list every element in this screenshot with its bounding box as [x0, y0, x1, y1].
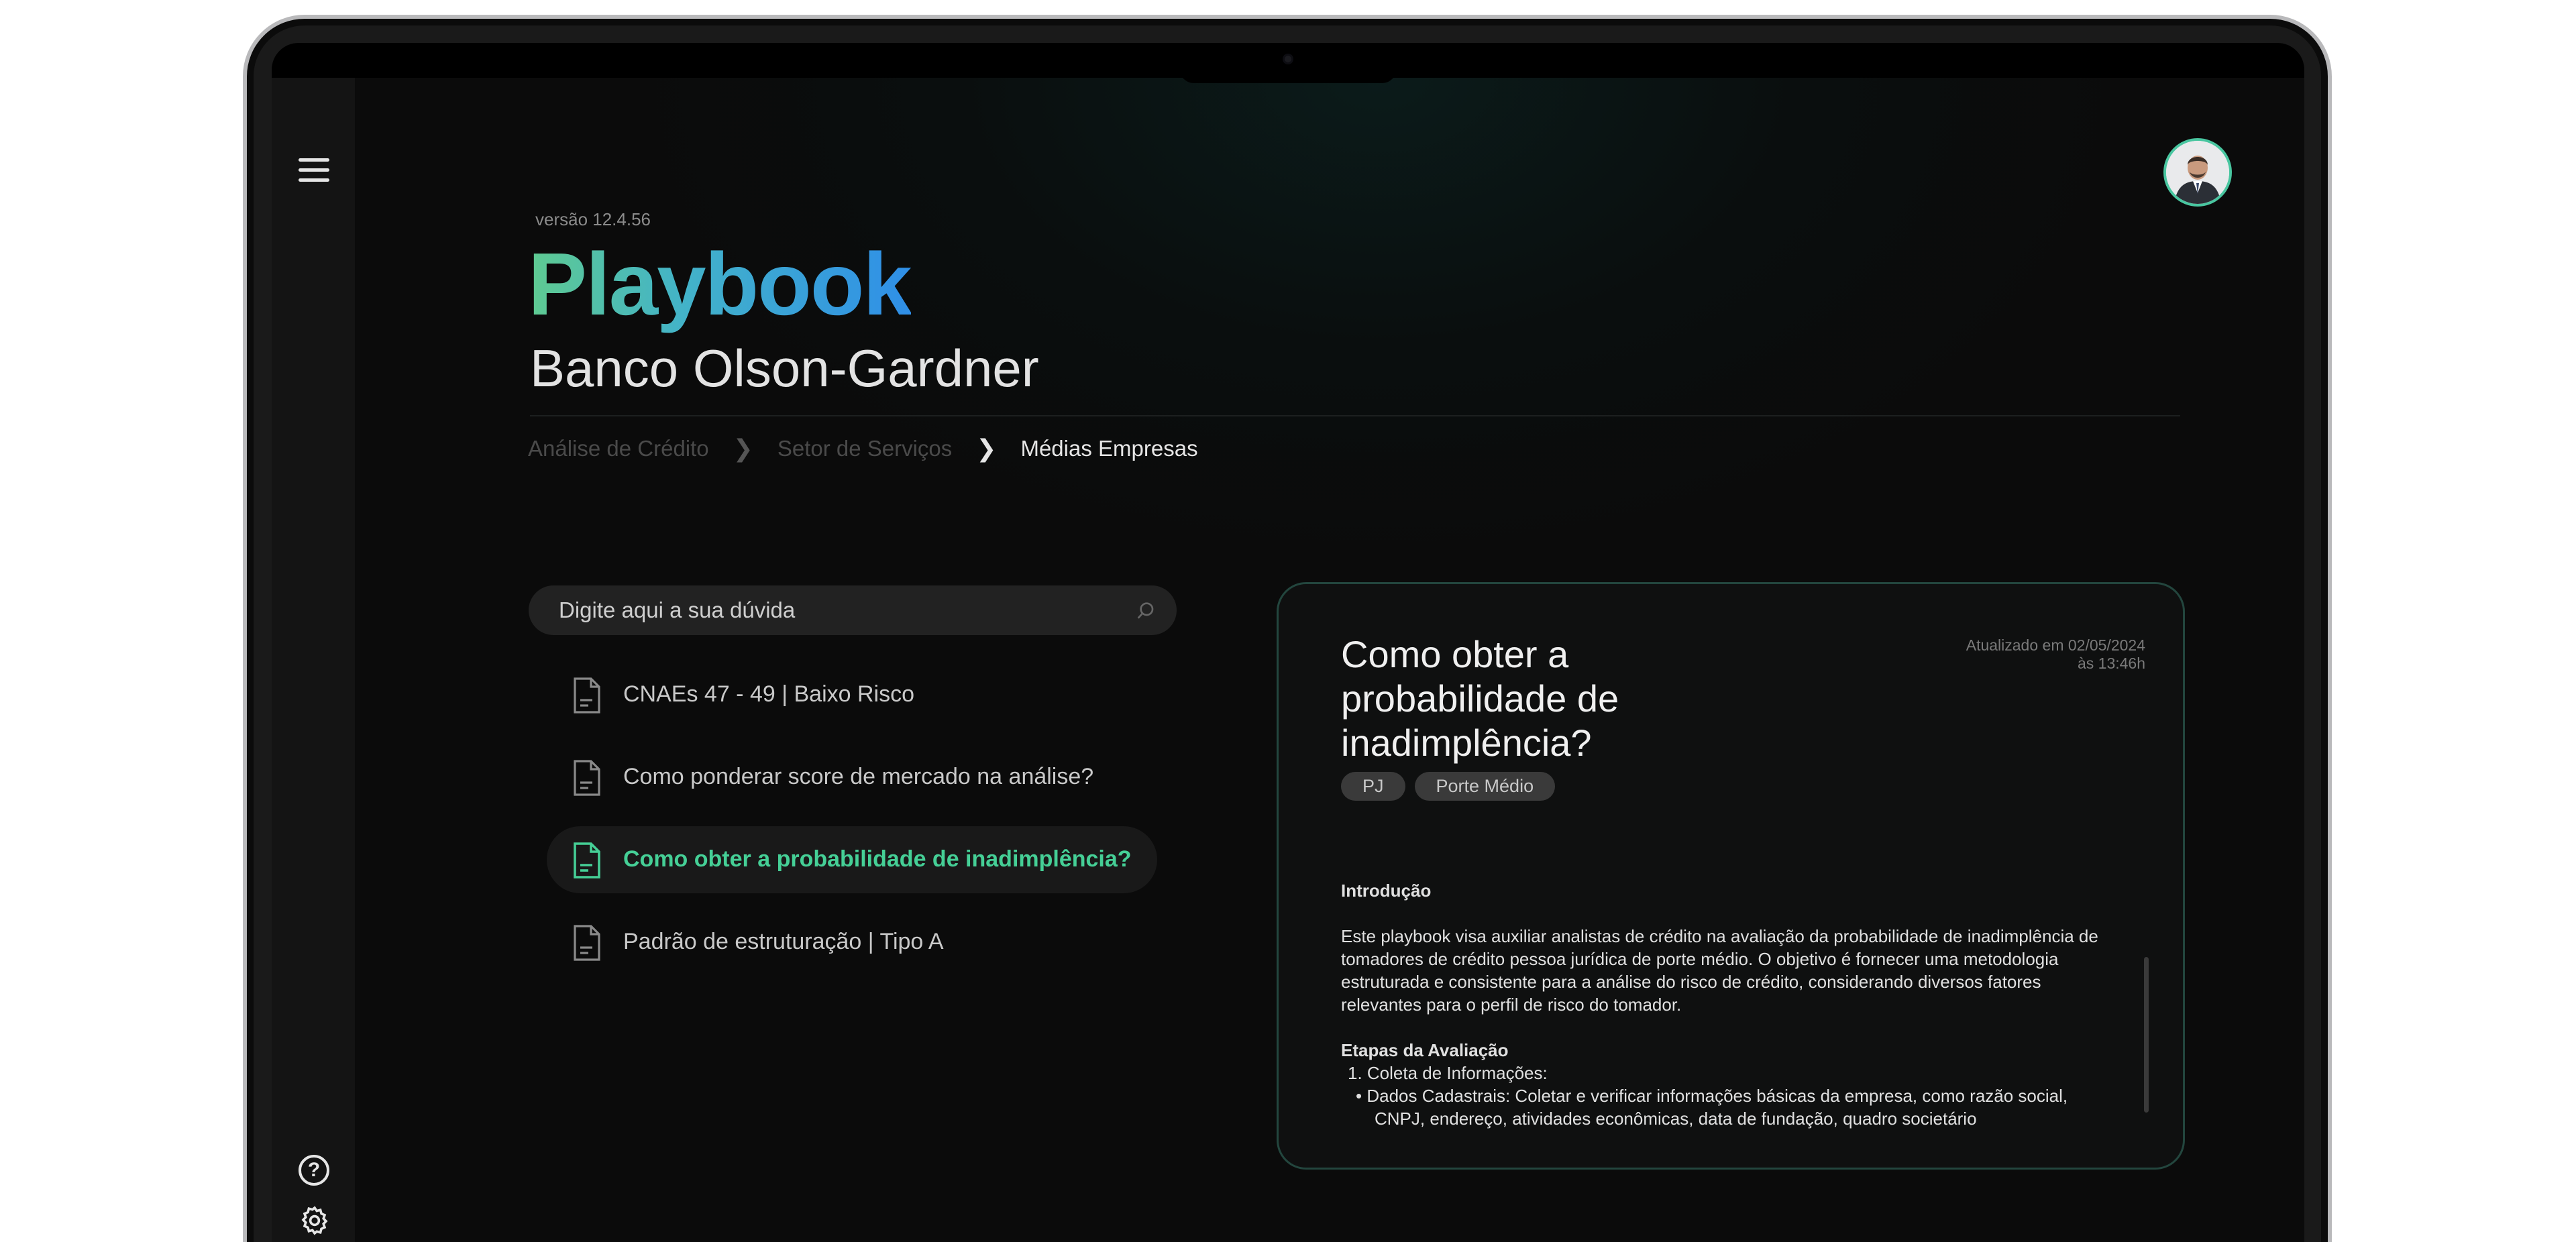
app-version: versão 12.4.56: [535, 209, 651, 229]
tag-porte-medio: Porte Médio: [1414, 772, 1556, 801]
list-item-label: CNAEs 47 - 49 | Baixo Risco: [623, 681, 914, 707]
playbook-list: CNAEs 47 - 49 | Baixo Risco Como pondera…: [547, 661, 1157, 991]
search-placeholder: Digite aqui a sua dúvida: [559, 598, 796, 622]
breadcrumb: Análise de Crédito ❯ Setor de Serviços ❯…: [528, 435, 1198, 463]
document-icon: [574, 842, 600, 879]
chevron-right-icon: ❯: [976, 435, 997, 462]
app-screen: ? versão 12.4.56 Playbook Banco Olson-Ga…: [272, 78, 2304, 1242]
bank-name: Banco Olson-Gardner: [530, 339, 1039, 398]
list-item-active[interactable]: Como obter a probabilidade de inadimplên…: [547, 826, 1157, 893]
page-title: Playbook: [528, 231, 912, 338]
hamburger-menu-icon[interactable]: [299, 158, 329, 185]
list-item[interactable]: Como ponderar score de mercado na anális…: [547, 744, 1157, 811]
gear-icon[interactable]: [299, 1204, 331, 1237]
document-icon: [574, 677, 600, 714]
list-item[interactable]: CNAEs 47 - 49 | Baixo Risco: [547, 661, 1157, 728]
header-divider: [530, 415, 2180, 416]
tag-pj: PJ: [1341, 772, 1405, 801]
section-heading: Introdução: [1341, 881, 1432, 901]
breadcrumb-item-medium-companies: Médias Empresas: [1020, 436, 1198, 461]
document-icon: [574, 760, 600, 796]
breadcrumb-item-services-sector[interactable]: Setor de Serviços: [777, 436, 952, 461]
tag-list: PJ Porte Médio: [1341, 772, 1556, 801]
user-avatar[interactable]: [2163, 138, 2232, 207]
section-heading: Etapas da Avaliação: [1341, 1040, 1509, 1060]
question-circle-icon[interactable]: ?: [299, 1155, 329, 1186]
list-item-label: Padrão de estruturação | Tipo A: [623, 929, 944, 954]
playbook-detail-card: Como obter a probabilidade de inadimplên…: [1277, 582, 2185, 1170]
camera-icon: [1283, 54, 1293, 64]
bullet-item: • Dados Cadastrais: Coletar e verificar …: [1356, 1086, 2068, 1129]
sidebar: ?: [272, 78, 355, 1242]
breadcrumb-item-credit-analysis[interactable]: Análise de Crédito: [528, 436, 709, 461]
list-item-label: Como obter a probabilidade de inadimplên…: [623, 846, 1132, 872]
card-title: Como obter a probabilidade de inadimplên…: [1341, 633, 1619, 764]
step-item: 1. Coleta de Informações:: [1348, 1063, 1548, 1083]
search-input[interactable]: Digite aqui a sua dúvida: [529, 585, 1177, 635]
list-item[interactable]: Padrão de estruturação | Tipo A: [547, 909, 1157, 976]
updated-date: Atualizado em 02/05/2024: [1966, 636, 2145, 654]
search-icon[interactable]: [1135, 600, 1157, 622]
updated-time: às 13:46h: [2077, 655, 2145, 672]
card-scrollbar[interactable]: [2144, 957, 2149, 1113]
section-paragraph: Este playbook visa auxiliar analistas de…: [1341, 926, 2098, 1015]
updated-timestamp: Atualizado em 02/05/2024 às 13:46h: [1966, 636, 2145, 673]
document-icon: [574, 925, 600, 961]
chevron-right-icon: ❯: [733, 435, 753, 462]
list-item-label: Como ponderar score de mercado na anális…: [623, 764, 1094, 789]
card-content[interactable]: Introdução Este playbook visa auxiliar a…: [1341, 879, 2099, 1129]
